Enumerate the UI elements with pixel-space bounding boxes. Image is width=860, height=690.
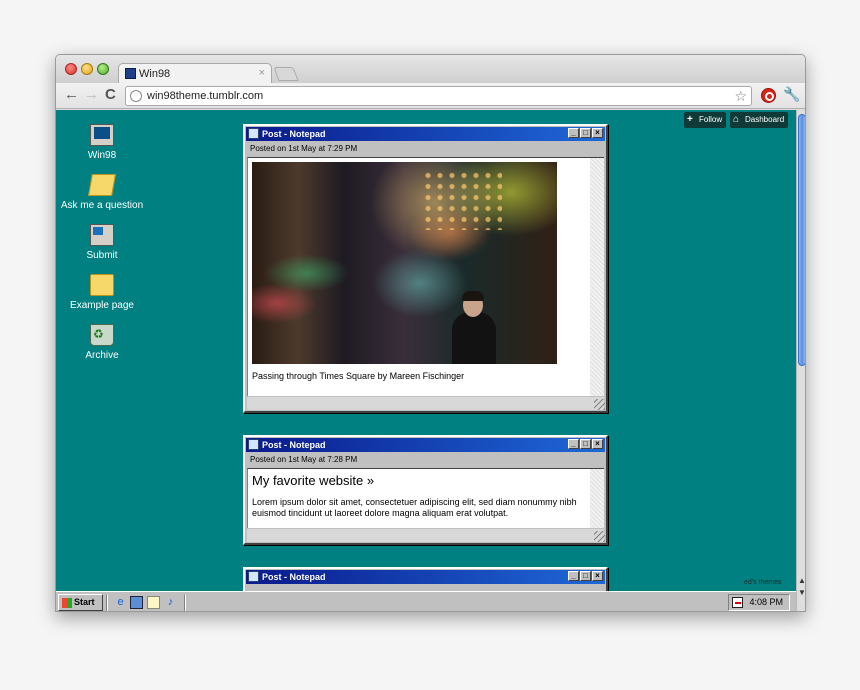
desktop-icon-submit[interactable]: Submit [56,224,150,261]
maximize-button[interactable]: □ [580,571,591,581]
address-bar[interactable]: ☆ [125,86,752,106]
window-titlebar[interactable]: Post - Notepad _ □ × [246,438,605,452]
post-timestamp: Posted on 1st May at 7:28 PM [250,455,358,464]
notepad-window-photo-post: Post - Notepad _ □ × Posted on 1st May at … [243,124,608,413]
theme-credit[interactable]: ed's themes [744,579,782,586]
desktop-icon-quicklaunch[interactable] [130,596,143,609]
browser-tab[interactable]: Win98 × [118,63,272,84]
scroll-up-arrow[interactable]: ▲ [798,576,805,585]
desktop-icon-label: Win98 [87,150,117,161]
outlook-icon[interactable] [147,596,160,609]
tab-close-icon[interactable]: × [259,67,265,79]
windows-logo-icon [62,598,72,608]
window-title: Post - Notepad [262,440,326,450]
clock[interactable]: 4:08 PM [749,595,783,610]
taskbar: Start e ♪ 4:08 PM [56,591,796,611]
desktop-icon-archive[interactable]: Archive [56,324,150,361]
internet-explorer-icon[interactable]: e [114,596,127,609]
notepad-icon [248,128,259,139]
post-body: Lorem ipsum dolor sit amet, consectetuer… [252,497,577,518]
notepad-icon [248,439,259,450]
browser-titlebar: Win98 × [56,55,805,84]
taskbar-separator [184,595,186,611]
home-icon: ⌂ [733,114,740,125]
forward-button[interactable]: → [84,87,99,103]
desktop-icon-win98[interactable]: Win98 [56,124,150,161]
desktop-icon-label: Archive [85,350,119,361]
globe-icon [130,90,142,102]
post-photo[interactable] [252,162,557,364]
desktop-icon-example-page[interactable]: Example page [56,274,150,311]
window-title: Post - Notepad [262,572,326,582]
taskbar-separator [106,595,108,611]
zoom-window-button[interactable] [97,63,109,75]
post-title-link[interactable]: My favorite website » [252,473,374,488]
desktop-icon-ask[interactable]: Ask me a question [56,174,150,211]
wrench-icon[interactable]: 🔧 [783,86,800,103]
vertical-scrollbar[interactable] [590,469,604,528]
tray-app-icon[interactable] [732,597,743,608]
resize-grip[interactable] [594,399,605,410]
computer-icon [90,124,114,146]
channels-icon[interactable]: ♪ [164,596,177,609]
new-tab-button[interactable] [273,67,299,81]
page-viewport: Win98 Ask me a question Submit Example p… [56,110,796,591]
dashboard-button[interactable]: ⌂ Dashboard [730,112,789,128]
scroll-down-arrow[interactable]: ▼ [798,588,805,597]
browser-toolbar: ← → C ☆ 🔧 [56,83,805,109]
page-scrollbar[interactable]: ▲ ▼ [796,110,805,611]
tab-title: Win98 [139,68,171,80]
bookmark-star-icon[interactable]: ☆ [734,88,747,105]
close-button[interactable]: × [592,128,603,138]
dashboard-label: Dashboard [745,115,785,124]
desktop-icon-label: Example page [70,300,134,311]
recycle-bin-icon [90,324,114,346]
network-icon [90,224,114,246]
photo-lights [422,170,502,230]
window-titlebar[interactable]: Post - Notepad _ □ × [246,570,605,584]
desktop-icon-label: Submit [86,250,118,261]
url-input[interactable] [147,90,707,102]
open-folder-icon [88,174,116,196]
window-content: Passing through Times Square by Mareen F… [247,157,604,396]
favicon-icon [125,68,136,79]
close-button[interactable]: × [592,571,603,581]
photo-person [452,312,496,364]
notepad-window-partial: Post - Notepad _ □ × [243,567,608,591]
maximize-button[interactable]: □ [580,439,591,449]
reload-button[interactable]: C [105,87,116,103]
notepad-window-text-post: Post - Notepad _ □ × Posted on 1st May at … [243,435,608,545]
minimize-window-button[interactable] [81,63,93,75]
minimize-button[interactable]: _ [568,439,579,449]
extension-icon[interactable] [761,88,776,103]
system-tray: 4:08 PM [728,594,790,611]
maximize-button[interactable]: □ [580,128,591,138]
follow-label: Follow [699,115,723,124]
minimize-button[interactable]: _ [568,571,579,581]
minimize-button[interactable]: _ [568,128,579,138]
start-button[interactable]: Start [58,594,103,611]
window-titlebar[interactable]: Post - Notepad _ □ × [246,127,605,141]
browser-window: Win98 × ← → C ☆ 🔧 Win98 Ask me a questio… [55,54,806,612]
status-bar [247,529,604,542]
notepad-icon [248,571,259,582]
start-label: Start [74,597,95,607]
back-button[interactable]: ← [64,87,79,103]
vertical-scrollbar[interactable] [590,158,604,396]
scrollbar-thumb[interactable] [798,114,805,366]
status-bar [247,397,604,410]
desktop-icon-label: Ask me a question [60,200,144,211]
resize-grip[interactable] [594,531,605,542]
plus-icon: + [687,114,693,125]
close-window-button[interactable] [65,63,77,75]
photo-caption: Passing through Times Square by Mareen F… [252,371,465,381]
window-title: Post - Notepad [262,129,326,139]
close-button[interactable]: × [592,439,603,449]
window-content: My favorite website » Lorem ipsum dolor … [247,468,604,528]
post-timestamp: Posted on 1st May at 7:29 PM [250,144,358,153]
follow-button[interactable]: + Follow [684,112,727,128]
folder-icon [90,274,114,296]
photo-person-hair [462,291,484,301]
